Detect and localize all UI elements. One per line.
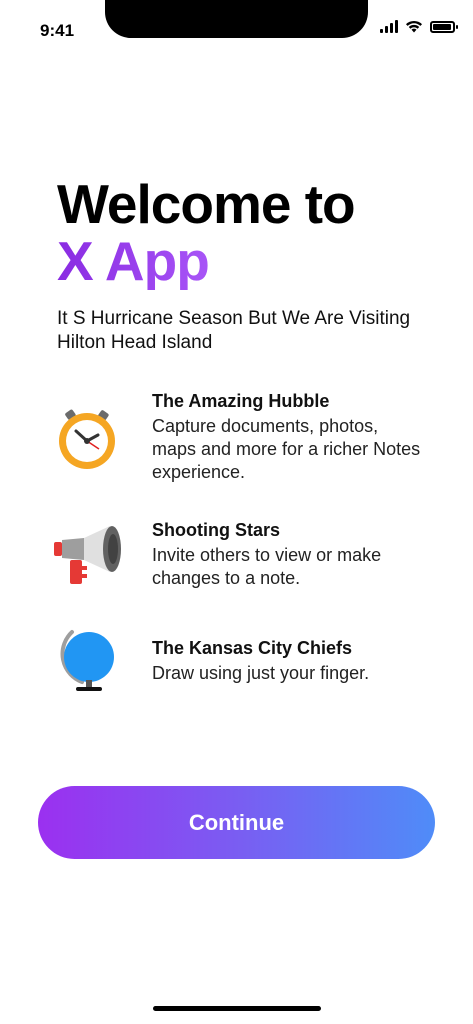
clock-icon: [59, 409, 115, 469]
battery-icon: [430, 20, 458, 33]
cellular-signal-icon: [380, 20, 398, 33]
subtitle: It S Hurricane Season But We Are Visitin…: [57, 308, 411, 353]
feature-title: Shooting Stars: [152, 520, 281, 540]
feature-item: The Amazing Hubble Capture documents, ph…: [52, 391, 432, 491]
device-notch: [105, 0, 368, 38]
status-icons: [380, 20, 458, 33]
feature-item: The Kansas City Chiefs Draw using just y…: [52, 630, 432, 708]
headline-app-name: X App: [57, 230, 210, 292]
continue-button[interactable]: Continue: [38, 786, 435, 859]
feature-description: Capture documents, photos, maps and more…: [152, 416, 421, 482]
feature-description: Invite others to view or make changes to…: [152, 545, 382, 588]
phone-screen: 9:41 Welcome to X App It S Hurricane Sea…: [0, 0, 473, 1024]
headline-line1: Welcome to: [57, 173, 356, 235]
megaphone-icon: [54, 526, 121, 584]
feature-title: The Kansas City Chiefs: [152, 638, 353, 658]
feature-item: Shooting Stars Invite others to view or …: [52, 520, 432, 600]
feature-title: The Amazing Hubble: [152, 391, 330, 411]
home-indicator[interactable]: [153, 1006, 321, 1011]
feature-description: Draw using just your finger.: [152, 663, 370, 683]
wifi-icon: [406, 20, 422, 33]
globe-icon: [60, 630, 114, 691]
status-time: 9:41: [40, 21, 75, 40]
